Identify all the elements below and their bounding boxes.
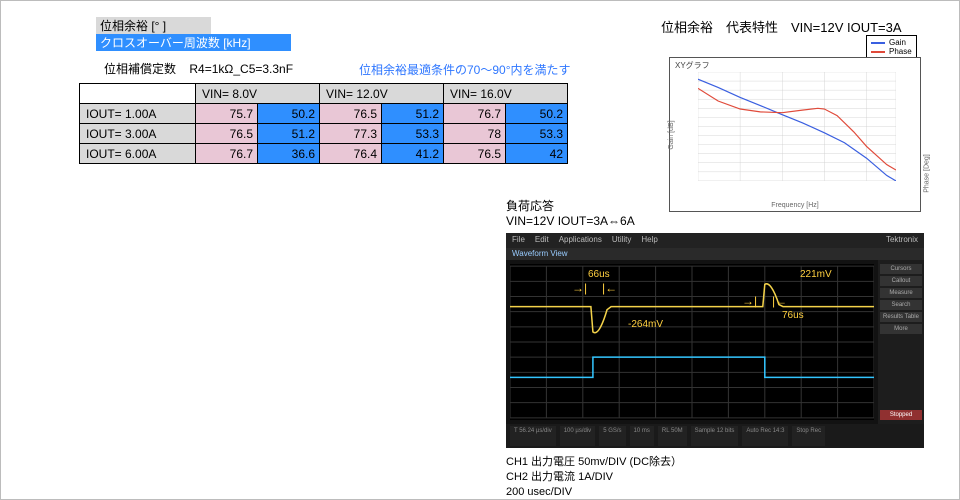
scope-btn-measure: Measure [880,288,922,298]
load-response-heading: 負荷応答 [506,197,635,214]
bode-title: 位相余裕 代表特性 VIN=12V IOUT=3A [661,17,902,36]
scope-menu-utility: Utility [612,235,632,246]
scope-waveforms [510,264,874,420]
scope-grid: 66us →| |← -264mV 221mV →| |← 76us [510,264,874,420]
scope-btn-callout: Callout [880,276,922,286]
legend-box: 位相余裕 [° ] クロスオーバー周波数 [kHz] [96,17,326,51]
table-header-row: VIN= 8.0V VIN= 12.0V VIN= 16.0V [80,84,568,104]
scope-btn-search: Search [880,300,922,310]
compensation-label: 位相補償定数 [104,62,176,76]
col-vin-1: VIN= 12.0V [320,84,444,104]
load-response-label: 負荷応答 VIN=12V IOUT=3A⇔6A [506,197,635,228]
load-response-cond: VIN=12V IOUT=3A⇔6A [506,214,635,228]
bode-legend: Gain Phase [866,35,917,59]
ann-v-pos: 221mV [800,269,832,280]
ann-v-neg: -264mV [628,319,663,330]
gain-swatch [871,42,885,44]
bode-ylabel-right: Phase [Deg] [924,154,931,193]
bode-plot-title: XYグラフ [675,60,710,71]
scope-menu-file: File [512,235,525,246]
col-vin-0: VIN= 8.0V [196,84,320,104]
results-table: VIN= 8.0V VIN= 12.0V VIN= 16.0V IOUT= 1.… [79,83,568,164]
bode-plot: XYグラフ Gain [dB] Phase [Deg] Frequency [H… [669,57,921,212]
scope-menubar: File Edit Applications Utility Help Tekt… [506,233,924,248]
row-iout-0: IOUT= 1.00A [80,104,196,124]
scope-btn-cursors: Cursors [880,264,922,274]
arrow-icon: →| [742,294,757,308]
bode-ylabel-left: Gain [dB] [668,120,675,149]
scope-btn-more: More [880,324,922,334]
legend-crossover: クロスオーバー周波数 [kHz] [96,34,291,51]
arrow-icon: |← [772,294,787,308]
row-iout-2: IOUT= 6.00A [80,144,196,164]
row-iout-1: IOUT= 3.00A [80,124,196,144]
arrow-icon: →| [572,281,587,295]
scope-sidebar: Cursors Callout Measure Search Results T… [878,260,924,424]
ann-t-fall: 66us [588,269,610,280]
scope-btn-stopped: Stopped [880,410,922,420]
table-row: IOUT= 3.00A 76.551.2 77.353.3 7853.3 [80,124,568,144]
timebase-label: 200 usec/DIV [506,485,682,500]
scope-btn-results: Results Table [880,312,922,322]
scope-statusbar: T 56.24 µs/div 100 µs/div 5 GS/s 10 ms R… [506,424,924,448]
compensation-value: R4=1kΩ_C5=3.3nF [189,62,293,76]
scope-menu-help: Help [641,235,657,246]
phase-swatch [871,51,885,53]
compensation-constants: 位相補償定数 R4=1kΩ_C5=3.3nF [104,60,293,77]
channel-labels: CH1 出力電圧 50mv/DIV (DC除去） CH2 出力電流 1A/DIV… [506,455,682,500]
ann-t-rise: 76us [782,310,804,321]
bode-svg [698,72,896,181]
scope-subbar: Waveform View [506,248,924,260]
legend-phase-margin: 位相余裕 [° ] [96,17,211,34]
oscilloscope-screenshot: File Edit Applications Utility Help Tekt… [506,233,924,448]
ch2-label: CH2 出力電流 1A/DIV [506,470,682,485]
scope-menu-apps: Applications [559,235,602,246]
table-row: IOUT= 1.00A 75.750.2 76.551.2 76.750.2 [80,104,568,124]
scope-menu-edit: Edit [535,235,549,246]
bode-xlabel: Frequency [Hz] [771,202,818,209]
col-vin-2: VIN= 16.0V [444,84,568,104]
condition-note: 位相余裕最適条件の70～90°内を満たす [359,61,571,78]
scope-brand: Tektronix [886,235,918,246]
arrow-icon: |← [602,281,617,295]
ch1-label: CH1 出力電圧 50mv/DIV (DC除去） [506,455,682,470]
table-row: IOUT= 6.00A 76.736.6 76.441.2 76.542 [80,144,568,164]
table-corner-cell [80,84,196,104]
